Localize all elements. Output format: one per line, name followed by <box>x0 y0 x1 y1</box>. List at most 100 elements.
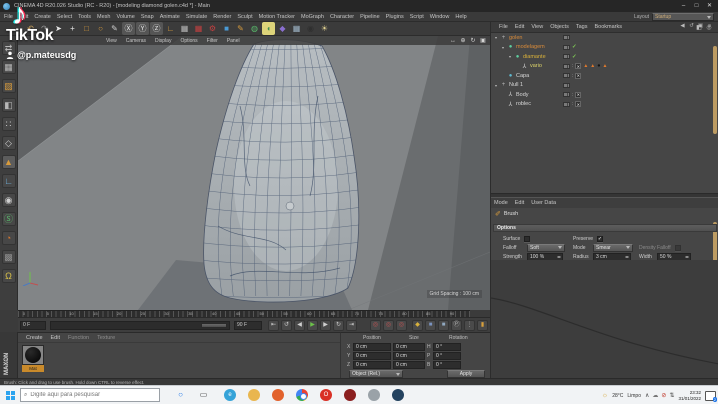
object-tags[interactable]: ∶✕ <box>563 92 581 98</box>
simulation-mode-icon[interactable]: Ⓢ <box>2 212 16 226</box>
falloff-curve-area[interactable] <box>491 260 718 378</box>
maximize-button[interactable]: □ <box>690 0 703 11</box>
density-falloff-checkbox[interactable] <box>675 245 681 251</box>
object-tags[interactable]: ∶✕ <box>563 101 581 107</box>
solo-animation-button[interactable]: ▮ <box>477 320 488 331</box>
viewport-menu-item-filter[interactable]: Filter <box>207 38 218 44</box>
object-row-modelagem[interactable]: ▾●modelagem✓ <box>491 43 715 53</box>
animation-mode-icon[interactable]: ◉ <box>2 193 16 207</box>
am-lock-icon[interactable]: ▣ <box>696 22 705 31</box>
add-light-icon[interactable]: ☀ <box>318 22 331 35</box>
object-tags[interactable]: ∶✕ <box>563 73 581 79</box>
paint-icon[interactable] <box>368 389 380 401</box>
model-mode-icon[interactable]: ▦ <box>2 60 16 74</box>
render-picture-viewer-icon[interactable]: ▦ <box>192 22 205 35</box>
tray-onedrive-icon[interactable]: ☁ <box>652 392 658 399</box>
zoom-view-icon[interactable]: ⊕ <box>458 36 468 45</box>
key-selection-button[interactable]: ■ <box>438 320 449 331</box>
material-menu-item-texture[interactable]: Texture <box>97 335 115 341</box>
viewport-menu-item-options[interactable]: Options <box>180 38 197 44</box>
material-swatch[interactable]: Mat <box>22 345 44 372</box>
viewport-menu-item-display[interactable]: Display <box>155 38 171 44</box>
opera-icon[interactable]: O <box>320 389 332 401</box>
timeline-slider-thumb[interactable] <box>201 323 227 328</box>
material-menu-item-function[interactable]: Function <box>68 335 89 341</box>
rotate-view-icon[interactable]: ↻ <box>468 36 478 45</box>
menu-item-render[interactable]: Render <box>213 14 231 20</box>
material-menu-item-edit[interactable]: Edit <box>51 335 60 341</box>
next-frame-button[interactable]: ▶ <box>320 320 331 331</box>
am-history-icon[interactable]: ↺ <box>687 22 696 31</box>
object-name[interactable]: golen <box>509 35 522 41</box>
goto-start-button[interactable]: ⇤ <box>268 320 279 331</box>
notification-center-icon[interactable]: 2 <box>705 391 716 401</box>
menu-item-motion-tracker[interactable]: Motion Tracker <box>259 14 295 20</box>
more-options-button[interactable]: ⋮ <box>464 320 475 331</box>
object-row-capa[interactable]: ●Capa∶✕ <box>491 71 715 81</box>
layout-dropdown[interactable]: Startup <box>652 13 714 21</box>
menu-item-create[interactable]: Create <box>34 14 51 20</box>
edge-icon[interactable]: e <box>224 389 236 401</box>
menu-item-simulate[interactable]: Simulate <box>186 14 207 20</box>
menu-item-character[interactable]: Character <box>330 14 354 20</box>
make-editable-icon[interactable]: ⇄ <box>2 41 16 55</box>
texture-lock-icon[interactable]: ▩ <box>2 250 16 264</box>
object-row-golen[interactable]: ▾+golen <box>491 33 715 43</box>
parameter-record-button[interactable]: Ⓟ <box>451 320 462 331</box>
edges-mode-icon[interactable]: ◇ <box>2 136 16 150</box>
viewport-canvas[interactable] <box>18 36 490 310</box>
mode-dropdown[interactable]: Smear <box>593 244 633 252</box>
play-button[interactable]: ▶ <box>307 320 318 331</box>
rotation-b-field[interactable]: 0 ° <box>433 361 461 369</box>
add-volume-icon[interactable]: ◆ <box>276 22 289 35</box>
file-explorer-icon[interactable] <box>248 389 260 401</box>
start-frame-field[interactable]: 0 F <box>20 321 46 330</box>
weather-temp[interactable]: 28°C <box>612 393 623 399</box>
render-settings-icon[interactable]: ⚙ <box>206 22 219 35</box>
object-name[interactable]: diamante <box>523 54 546 60</box>
record-rotation-button[interactable]: ◎ <box>396 320 407 331</box>
object-name[interactable]: Null 1 <box>509 82 523 88</box>
object-row-vario[interactable]: ⅄vario∶✕▲▲●▲ <box>491 62 715 72</box>
menu-item-sculpt[interactable]: Sculpt <box>237 14 252 20</box>
texture-mode-icon[interactable]: ▨ <box>2 79 16 93</box>
om-menu-item-file[interactable]: File <box>499 24 508 30</box>
am-menu-item-edit[interactable]: Edit <box>515 200 524 206</box>
points-mode-icon[interactable]: ∷ <box>2 117 16 131</box>
menu-item-edit[interactable]: Edit <box>19 14 28 20</box>
viewport-menu-item-cameras[interactable]: Cameras <box>126 38 146 44</box>
viewport-menu-item-view[interactable]: View <box>106 38 117 44</box>
cinema4d-taskbar-icon[interactable] <box>392 389 404 401</box>
om-menu-item-edit[interactable]: Edit <box>515 24 524 30</box>
tray-security-icon[interactable]: ⊘ <box>661 392 666 399</box>
scale-tool-icon[interactable]: □ <box>80 22 93 35</box>
rotation-h-field[interactable]: 0 ° <box>433 343 461 351</box>
menu-item-tools[interactable]: Tools <box>78 14 91 20</box>
object-tags[interactable] <box>563 83 570 88</box>
record-position-button[interactable]: ◎ <box>370 320 381 331</box>
autokey-button[interactable]: ■ <box>425 320 436 331</box>
tray-expand-icon[interactable]: ∧ <box>645 392 649 399</box>
add-spline-icon[interactable]: ✎ <box>234 22 247 35</box>
size-y-field[interactable]: 0 cm <box>393 352 425 360</box>
om-menu-item-bookmarks[interactable]: Bookmarks <box>594 24 622 30</box>
close-button[interactable]: ✕ <box>703 0 716 11</box>
material-menu-item-create[interactable]: Create <box>26 335 43 341</box>
object-name[interactable]: roblec <box>516 101 531 107</box>
tray-network-icon[interactable]: ⇅ <box>669 392 674 399</box>
menu-item-animate[interactable]: Animate <box>160 14 180 20</box>
start-button[interactable] <box>0 386 20 404</box>
object-name[interactable]: Capa <box>516 73 529 79</box>
end-frame-field[interactable]: 90 F <box>234 321 262 330</box>
menu-item-select[interactable]: Select <box>57 14 72 20</box>
dock-tab-strip[interactable] <box>713 46 717 134</box>
viewport-menu-item-panel[interactable]: Panel <box>227 38 240 44</box>
search-input[interactable] <box>30 392 150 398</box>
taskbar-clock[interactable]: 23:32 31/01/2022 <box>678 390 701 401</box>
goto-end-button[interactable]: ⇥ <box>346 320 357 331</box>
move-tool-icon[interactable]: + <box>66 22 79 35</box>
menu-item-plugins[interactable]: Plugins <box>386 14 404 20</box>
menu-item-help[interactable]: Help <box>455 14 466 20</box>
timeline-ruler[interactable]: 051015202530354045505560657075808590 <box>18 310 470 317</box>
add-deformer-icon[interactable]: ◖ <box>262 22 275 35</box>
